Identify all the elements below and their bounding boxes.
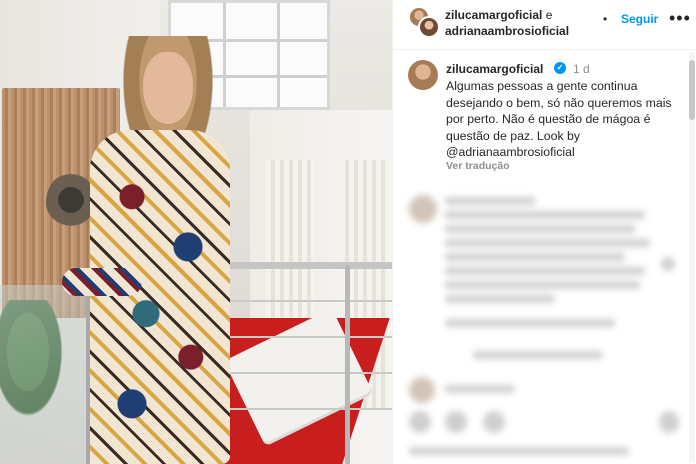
railing-wire <box>205 336 392 338</box>
comment-line <box>445 239 650 247</box>
post-sidebar: zilucamargoficial e adrianaambrosioficia… <box>392 0 696 464</box>
comment-line <box>445 211 645 219</box>
comment-line <box>445 385 515 393</box>
railing-wire <box>205 300 392 302</box>
woman-face <box>143 52 193 124</box>
share-icon <box>483 411 505 433</box>
railing-post <box>345 265 350 464</box>
post-header: zilucamargoficial e adrianaambrosioficia… <box>393 0 696 50</box>
railing-wire <box>205 408 392 410</box>
caption-username[interactable]: zilucamargoficial <box>446 62 543 76</box>
likes-line <box>409 447 629 455</box>
railing-wire <box>205 372 392 374</box>
comment-line <box>445 267 645 275</box>
username-link[interactable]: zilucamargoficial <box>445 8 542 22</box>
glass-railing <box>0 285 90 464</box>
see-translation-link[interactable]: Ver tradução <box>446 160 510 172</box>
more-icon[interactable]: ••• <box>669 8 691 29</box>
conjunction: e <box>545 8 553 22</box>
comment-line <box>445 253 625 261</box>
comment-line <box>445 225 635 233</box>
post-time[interactable]: 1 d <box>573 62 590 76</box>
comment-meta <box>445 319 615 327</box>
collab-usernames: zilucamargoficial e adrianaambrosioficia… <box>445 7 569 39</box>
avatar <box>409 377 435 403</box>
heart-icon <box>661 257 675 271</box>
verified-icon: ✓ <box>554 62 566 74</box>
avatar <box>409 195 437 223</box>
woman-arm <box>62 268 142 296</box>
separator-dot: • <box>603 12 608 26</box>
patterned-dress <box>90 130 230 464</box>
comment-line <box>445 281 640 289</box>
username-link[interactable]: adrianaambrosioficial <box>445 24 569 38</box>
comment-line <box>445 295 555 303</box>
tapestry-emblem <box>46 172 96 234</box>
post-image[interactable] <box>0 0 392 464</box>
avatar[interactable] <box>408 60 438 90</box>
scrollbar-thumb[interactable] <box>689 60 695 120</box>
blurred-comments <box>393 185 689 464</box>
caption-text: Algumas pessoas a gente continua desejan… <box>446 79 672 159</box>
comment-icon <box>445 411 467 433</box>
comment-line <box>445 197 535 205</box>
like-icon <box>409 411 431 433</box>
save-icon <box>659 411 679 433</box>
avatar[interactable] <box>418 16 440 38</box>
follow-button[interactable]: Seguir <box>621 12 658 26</box>
collab-avatars[interactable] <box>408 6 440 38</box>
view-replies <box>473 351 603 359</box>
